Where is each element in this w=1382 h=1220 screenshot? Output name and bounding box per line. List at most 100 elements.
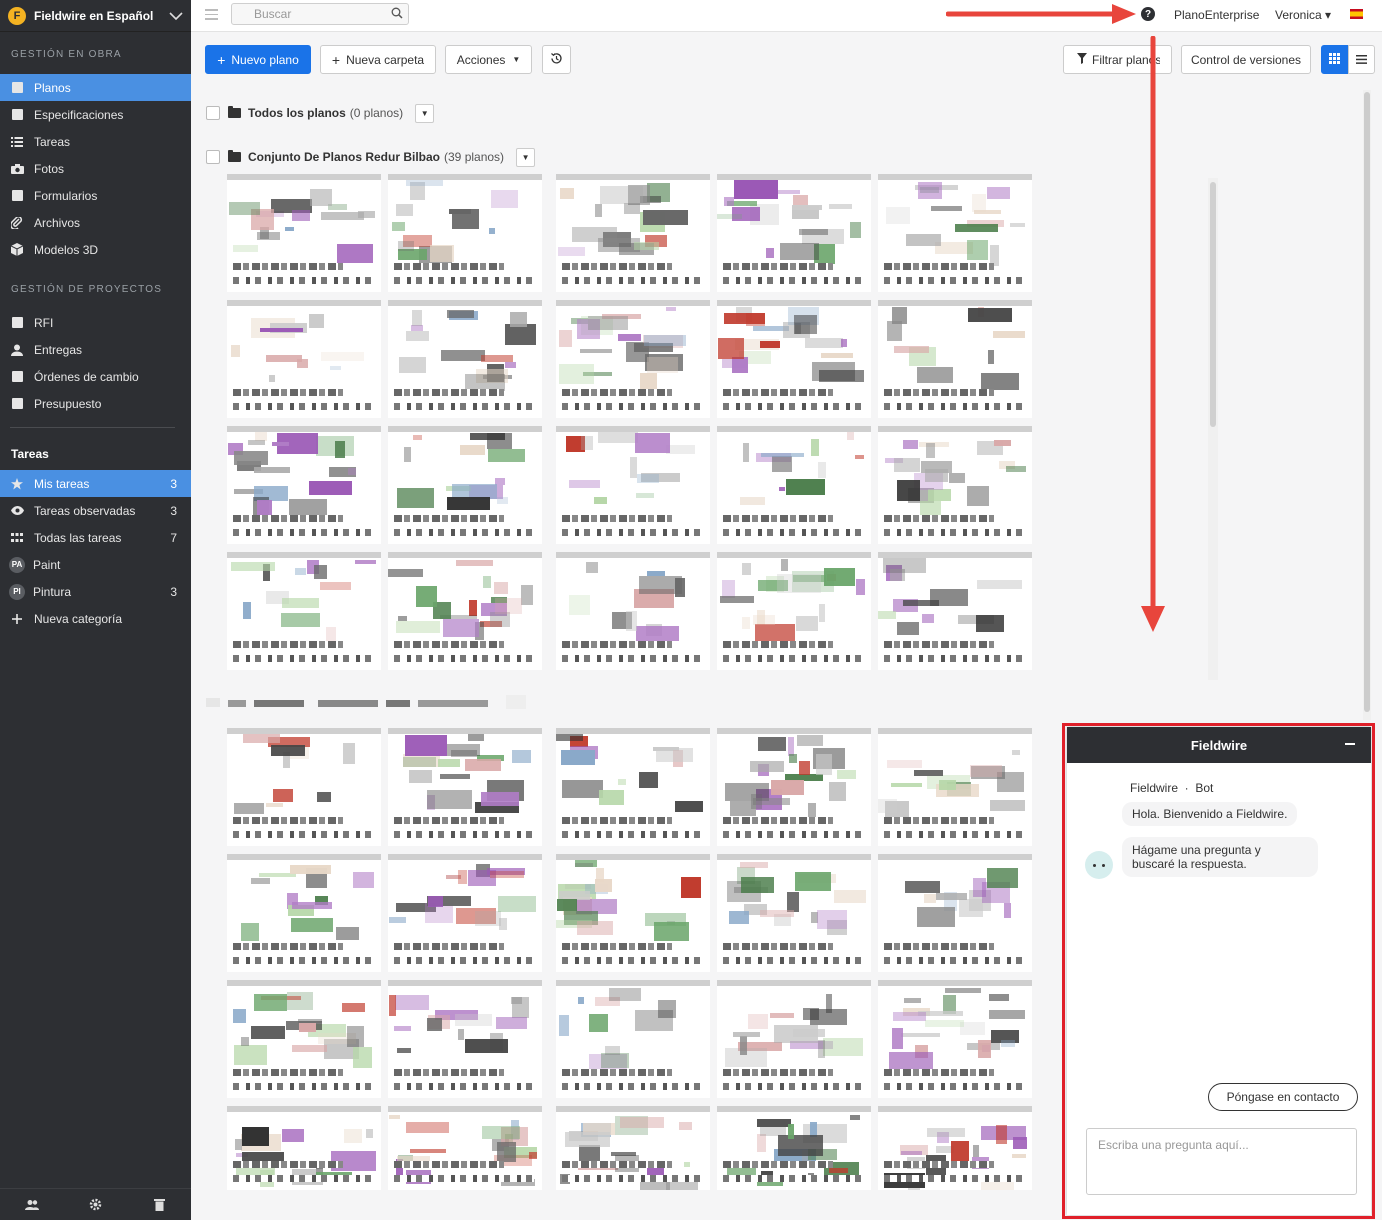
plan-thumbnail[interactable] xyxy=(556,174,710,292)
plans-scrollbar-thumb[interactable] xyxy=(1210,182,1216,427)
users-icon[interactable] xyxy=(24,1198,39,1212)
new-folder-label: Nueva carpeta xyxy=(346,52,425,67)
plan-thumbnail[interactable] xyxy=(717,552,871,670)
user-menu[interactable]: Veronica ▾ xyxy=(1275,8,1331,22)
folder-row[interactable]: Todos los planos (0 planos) ▼ xyxy=(206,103,435,123)
plan-thumbnail[interactable] xyxy=(717,300,871,418)
project-switcher[interactable]: F Fieldwire en Español xyxy=(0,0,191,32)
folder-row-blurred[interactable] xyxy=(206,695,526,709)
sidebar-item[interactable]: Presupuesto xyxy=(0,390,191,417)
plan-thumbnail[interactable] xyxy=(878,854,1032,972)
sidebar-item[interactable]: Mis tareas 3 xyxy=(0,470,191,497)
plan-link[interactable]: PlanoEnterprise xyxy=(1174,8,1259,22)
plan-thumbnail[interactable] xyxy=(227,728,381,846)
page-scrollbar-thumb[interactable] xyxy=(1364,92,1370,712)
grid-view-toggle[interactable] xyxy=(1321,45,1348,74)
plan-thumbnail[interactable] xyxy=(388,426,542,544)
sidebar-item[interactable]: RFI xyxy=(0,309,191,336)
search-input[interactable] xyxy=(232,4,382,24)
actions-dropdown[interactable]: Acciones ▼ xyxy=(445,45,532,74)
plan-thumbnail[interactable] xyxy=(227,1106,381,1190)
sidebar-item[interactable]: Especificaciones xyxy=(0,101,191,128)
sidebar-item[interactable]: PA Paint xyxy=(0,551,191,578)
plan-thumbnail[interactable] xyxy=(227,552,381,670)
sidebar-item[interactable]: Órdenes de cambio xyxy=(0,363,191,390)
plan-thumbnail[interactable] xyxy=(388,980,542,1098)
sidebar-item-label: Planos xyxy=(34,80,71,95)
plan-thumbnail[interactable] xyxy=(717,174,871,292)
sidebar-item[interactable]: Entregas xyxy=(0,336,191,363)
sidebar-item[interactable]: Nueva categoría xyxy=(0,605,191,632)
sidebar-item[interactable]: Formularios xyxy=(0,182,191,209)
plan-thumbnail[interactable] xyxy=(878,300,1032,418)
plan-thumbnail[interactable] xyxy=(388,552,542,670)
folder-name[interactable]: Todos los planos xyxy=(248,106,346,120)
project-name: Fieldwire en Español xyxy=(34,8,154,23)
version-control-button[interactable]: Control de versiones xyxy=(1181,45,1311,74)
history-button[interactable] xyxy=(542,45,571,74)
plan-thumbnail[interactable] xyxy=(227,174,381,292)
submittals-icon xyxy=(10,343,24,357)
plan-thumbnail[interactable] xyxy=(717,854,871,972)
plan-thumbnail[interactable] xyxy=(878,426,1032,544)
sidebar-item[interactable]: Planos xyxy=(0,74,191,101)
plan-thumbnail[interactable] xyxy=(717,728,871,846)
plan-thumbnail[interactable] xyxy=(227,854,381,972)
proyectos-nav: RFI Entregas Órdenes de cambio Presupuesto xyxy=(0,309,191,417)
chevron-down-icon[interactable] xyxy=(161,8,191,24)
plan-thumbnail[interactable] xyxy=(388,854,542,972)
folder-dropdown[interactable]: ▼ xyxy=(516,147,536,167)
plan-thumbnail[interactable] xyxy=(717,426,871,544)
plan-thumbnail[interactable] xyxy=(878,980,1032,1098)
plan-thumbnail[interactable] xyxy=(227,980,381,1098)
help-icon[interactable]: ? xyxy=(1141,7,1155,21)
plan-thumbnail[interactable] xyxy=(556,854,710,972)
plan-thumbnail[interactable] xyxy=(388,728,542,846)
spain-flag-icon[interactable] xyxy=(1350,9,1363,19)
new-plan-button[interactable]: + Nuevo plano xyxy=(205,45,311,74)
plan-thumbnail[interactable] xyxy=(878,174,1032,292)
trash-icon[interactable] xyxy=(152,1198,166,1212)
folder-row[interactable]: Conjunto De Planos Redur Bilbao (39 plan… xyxy=(206,147,536,167)
plan-thumbnail[interactable] xyxy=(878,1106,1032,1190)
folder-checkbox[interactable] xyxy=(206,150,220,164)
folder-dropdown[interactable]: ▼ xyxy=(415,103,435,123)
grid-dots-icon xyxy=(10,531,24,545)
plan-thumbnail[interactable] xyxy=(227,426,381,544)
sidebar-item[interactable]: PI Pintura 3 xyxy=(0,578,191,605)
menu-icon[interactable] xyxy=(205,9,218,21)
folder-name[interactable]: Conjunto De Planos Redur Bilbao xyxy=(248,150,440,164)
version-control-label: Control de versiones xyxy=(1190,52,1302,67)
plan-thumbnail[interactable] xyxy=(717,980,871,1098)
sidebar-item[interactable]: Modelos 3D xyxy=(0,236,191,263)
plan-thumbnail[interactable] xyxy=(556,980,710,1098)
fieldwire-logo-icon: F xyxy=(8,6,26,25)
list-view-toggle[interactable] xyxy=(1348,45,1375,74)
sidebar-item-label: Pintura xyxy=(33,584,72,599)
gear-icon[interactable] xyxy=(88,1198,102,1212)
folder-count: (39 planos) xyxy=(444,150,505,164)
plan-thumbnail[interactable] xyxy=(388,174,542,292)
sidebar-item[interactable]: Todas las tareas 7 xyxy=(0,524,191,551)
plan-thumbnail[interactable] xyxy=(556,426,710,544)
sidebar-item[interactable]: Fotos xyxy=(0,155,191,182)
plan-thumbnail[interactable] xyxy=(388,1106,542,1190)
plus-icon: + xyxy=(217,51,226,68)
plan-thumbnail[interactable] xyxy=(556,1106,710,1190)
plan-thumbnail[interactable] xyxy=(388,300,542,418)
search-icon[interactable] xyxy=(391,7,403,19)
new-folder-button[interactable]: + Nueva carpeta xyxy=(320,45,436,74)
sidebar-item[interactable]: Archivos xyxy=(0,209,191,236)
sidebar-item[interactable]: Tareas observadas 3 xyxy=(0,497,191,524)
obra-nav: Planos Especificaciones Tareas Fotos Formula… xyxy=(0,74,191,263)
folder-checkbox[interactable] xyxy=(206,106,220,120)
plan-thumbnail[interactable] xyxy=(556,300,710,418)
sidebar-item-label: Archivos xyxy=(34,215,81,230)
plan-thumbnail[interactable] xyxy=(878,728,1032,846)
plan-thumbnail[interactable] xyxy=(556,552,710,670)
plan-thumbnail[interactable] xyxy=(227,300,381,418)
plan-thumbnail[interactable] xyxy=(556,728,710,846)
plan-thumbnail[interactable] xyxy=(878,552,1032,670)
sidebar-item[interactable]: Tareas xyxy=(0,128,191,155)
plan-thumbnail[interactable] xyxy=(717,1106,871,1190)
